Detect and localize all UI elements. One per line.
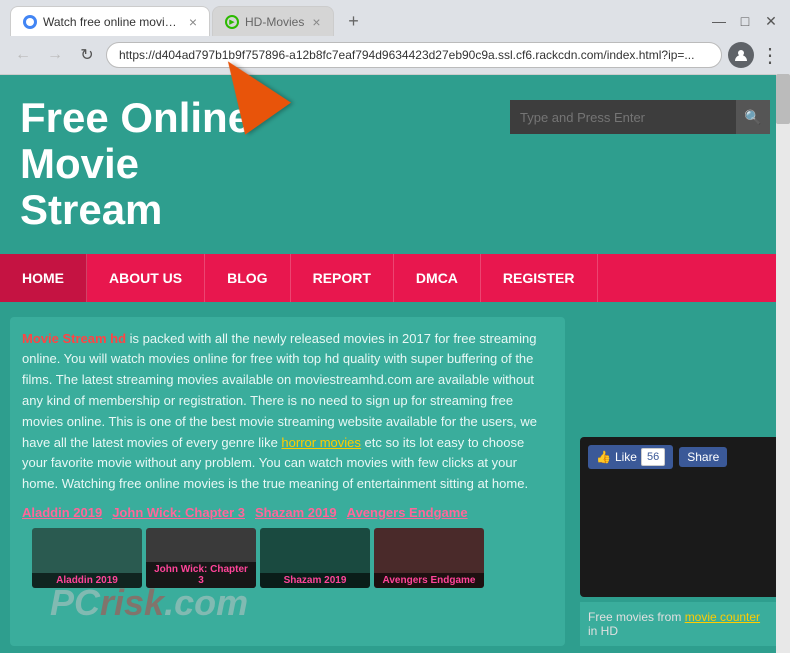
thumb-label-3[interactable]: Avengers Endgame [374,573,484,588]
thumb-2[interactable]: Shazam 2019 [260,528,370,588]
back-button[interactable]: ← [10,42,36,68]
thumb-label-1[interactable]: John Wick: Chapter 3 [146,562,256,588]
movie-counter-link[interactable]: movie counter [685,610,760,624]
sidebar-caption-text: Free movies from [588,610,685,624]
thumb-label-0[interactable]: Aladdin 2019 [32,573,142,588]
forward-button[interactable]: → [42,42,68,68]
movie-link-2[interactable]: Shazam 2019 [255,505,337,520]
browser-menu-button[interactable]: ⋮ [760,43,780,68]
tab-1[interactable]: Watch free online movie stream... × [10,6,210,36]
thumb-label-2[interactable]: Shazam 2019 [260,573,370,588]
minimize-button[interactable]: — [710,12,728,30]
website-content: Free Online Movie Stream 🔍 HOME ABOUT US… [0,75,790,653]
fb-like-button[interactable]: 👍 Like 56 [588,445,673,469]
site-logo: Free Online Movie Stream [20,95,251,234]
new-tab-button[interactable]: + [340,7,368,35]
site-header: Free Online Movie Stream 🔍 [0,75,790,244]
sidebar-widget: 👍 Like 56 Share [580,437,780,597]
tab-2-label: HD-Movies [245,15,304,29]
search-input[interactable] [510,110,736,125]
thumb-0[interactable]: Aladdin 2019 [32,528,142,588]
search-box: 🔍 [510,100,770,134]
refresh-button[interactable]: ↻ [74,42,100,68]
body-text-2: is packed with all the newly released mo… [22,331,537,450]
window-controls: — □ ✕ [710,12,780,30]
movie-link-0[interactable]: Aladdin 2019 [22,505,102,520]
fb-share-button[interactable]: Share [679,447,727,467]
movie-links: Aladdin 2019 John Wick: Chapter 3 Shazam… [22,505,553,520]
thumb-1[interactable]: John Wick: Chapter 3 [146,528,256,588]
movie-link-3[interactable]: Avengers Endgame [347,505,468,520]
thumb-3[interactable]: Avengers Endgame [374,528,484,588]
tab-2[interactable]: HD-Movies × [212,6,334,36]
fb-count: 56 [641,448,665,466]
nav-dmca[interactable]: DMCA [394,254,481,302]
nav-blog[interactable]: BLOG [205,254,290,302]
tab-2-close[interactable]: × [312,14,320,30]
tab-1-label: Watch free online movie stream... [43,15,181,29]
address-input[interactable] [106,42,722,68]
scrollbar-thumb[interactable] [776,74,790,124]
body-text: Movie Stream hd is packed with all the n… [22,329,553,495]
arrow-overlay [220,55,276,125]
movie-thumbnails: Aladdin 2019 John Wick: Chapter 3 Shazam… [22,528,553,593]
close-button[interactable]: ✕ [762,12,780,30]
tab-1-favicon [23,15,37,29]
nav-report[interactable]: REPORT [291,254,394,302]
sidebar-caption-suffix: in HD [588,624,618,638]
nav-about[interactable]: ABOUT US [87,254,205,302]
sidebar: 👍 Like 56 Share Free movies from movie c… [580,317,780,646]
navigation-bar: HOME ABOUT US BLOG REPORT DMCA REGISTER [0,254,790,302]
highlight-text: Movie Stream hd [22,331,126,346]
fb-like-label: Like [615,450,637,464]
fb-thumb-icon: 👍 [596,450,611,464]
maximize-button[interactable]: □ [736,12,754,30]
tab-1-close[interactable]: × [189,14,197,30]
search-icon: 🔍 [744,109,761,126]
content-area: Movie Stream hd is packed with all the n… [0,302,790,653]
scrollbar[interactable] [776,74,790,653]
facebook-like-widget: 👍 Like 56 Share [580,437,780,477]
main-content: Movie Stream hd is packed with all the n… [10,317,565,646]
address-bar: ← → ↻ ⋮ [0,36,790,74]
horror-movies-link[interactable]: horror movies [281,435,360,450]
account-icon[interactable] [728,42,754,68]
logo-text: Free Online Movie Stream [20,95,251,234]
browser-chrome: Watch free online movie stream... × HD-M… [0,0,790,75]
movie-link-1[interactable]: John Wick: Chapter 3 [112,505,245,520]
nav-register[interactable]: REGISTER [481,254,598,302]
sidebar-caption: Free movies from movie counter in HD [580,602,780,646]
tab-2-favicon [225,15,239,29]
search-button[interactable]: 🔍 [736,100,770,134]
nav-home[interactable]: HOME [0,254,87,302]
title-bar: Watch free online movie stream... × HD-M… [0,0,790,36]
